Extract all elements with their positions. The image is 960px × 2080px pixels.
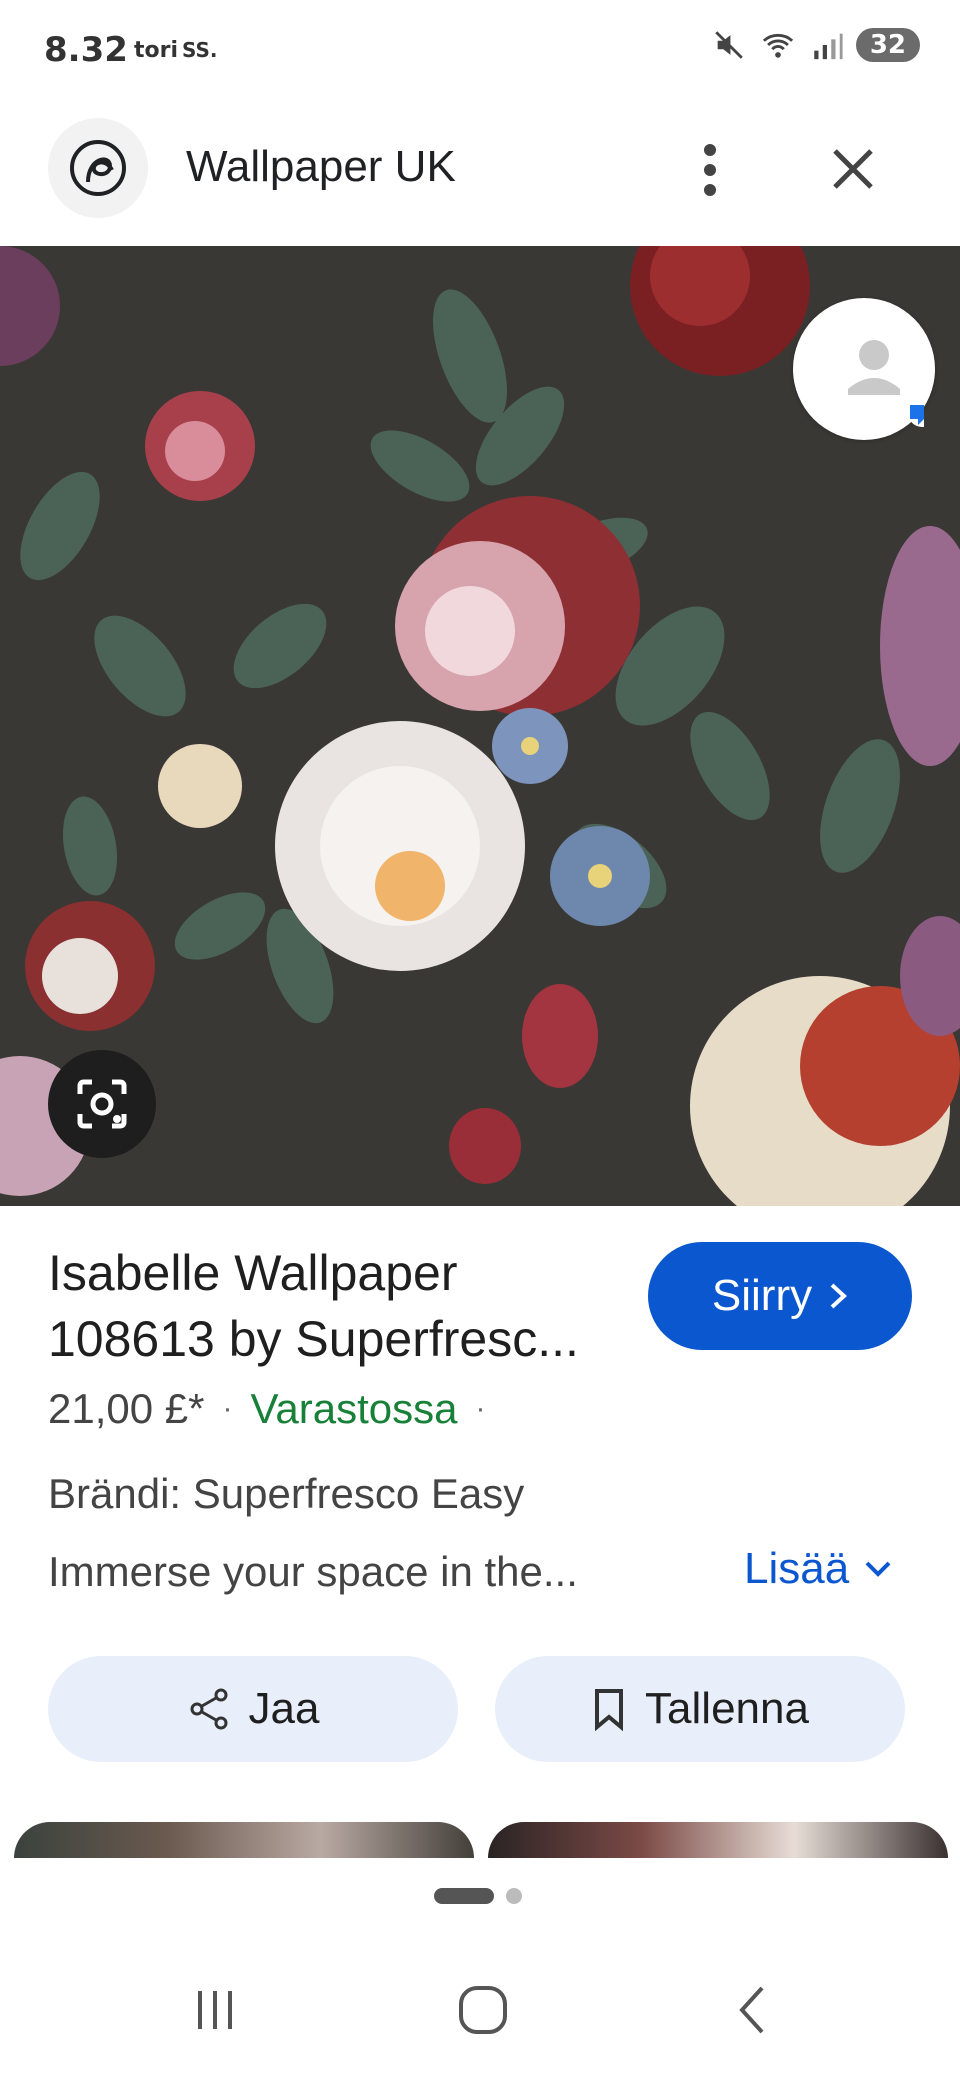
save-button[interactable]: Tallenna <box>495 1656 905 1762</box>
site-logo-icon[interactable] <box>48 118 148 218</box>
status-day: tori <box>134 38 179 63</box>
product-title[interactable]: Isabelle Wallpaper 108613 by Superfresc.… <box>48 1240 628 1372</box>
page-indicator-active <box>434 1888 494 1904</box>
close-icon <box>833 149 873 189</box>
share-icon <box>190 1688 228 1730</box>
visit-button[interactable]: Siirry <box>648 1242 912 1350</box>
home-button[interactable] <box>423 1960 543 2060</box>
share-button-label: Jaa <box>248 1684 320 1733</box>
status-icons: 32 <box>712 28 920 62</box>
battery-badge: 32 <box>855 28 920 62</box>
expand-more-icon <box>865 1561 891 1577</box>
visit-button-label: Siirry <box>711 1271 813 1320</box>
save-button-label: Tallenna <box>645 1684 809 1733</box>
chevron-right-icon <box>830 1283 848 1309</box>
stock-status: Varastossa <box>250 1385 458 1432</box>
signal-icon <box>814 33 843 60</box>
more-options-button[interactable] <box>680 130 740 210</box>
home-icon <box>459 1986 507 2034</box>
page-indicator-inactive <box>506 1888 522 1904</box>
more-vert-icon <box>704 144 716 196</box>
product-title-line-2: 108613 by Superfresc... <box>48 1311 579 1367</box>
wifi-icon <box>762 33 793 58</box>
brand-label: Brändi: Superfresco Easy <box>48 1470 525 1517</box>
back-icon <box>739 1986 764 2034</box>
bookmark-icon <box>595 1689 624 1731</box>
status-time: 8.32 <box>44 30 128 70</box>
app-header: Wallpaper UK <box>0 110 960 230</box>
product-description: Immerse your space in the... <box>48 1548 578 1595</box>
system-nav-bar <box>0 1960 960 2060</box>
recents-button[interactable] <box>155 1960 275 2060</box>
status-bar: 8.32 tori SS. 32 <box>0 0 960 100</box>
account-button[interactable] <box>793 298 935 440</box>
back-button[interactable] <box>692 1960 812 2060</box>
separator-dot: · <box>475 1392 486 1425</box>
close-button[interactable] <box>818 134 888 204</box>
site-title: Wallpaper UK <box>186 142 456 191</box>
product-title-line-1: Isabelle Wallpaper <box>48 1245 458 1301</box>
related-image-2[interactable] <box>488 1822 948 1858</box>
related-image-1[interactable] <box>14 1822 474 1858</box>
more-button-label: Lisää <box>744 1544 850 1593</box>
price: 21,00 £* <box>48 1385 205 1432</box>
recents-icon <box>198 1991 232 2029</box>
share-button[interactable]: Jaa <box>48 1656 458 1762</box>
mute-icon <box>715 31 743 59</box>
status-carrier: SS. <box>182 38 218 62</box>
separator-dot: · <box>222 1392 233 1425</box>
lens-icon <box>77 1079 127 1129</box>
page-indicator <box>434 1888 522 1904</box>
lens-search-button[interactable] <box>48 1050 156 1158</box>
price-row: 21,00 £* · Varastossa · <box>48 1385 485 1433</box>
account-icon <box>808 313 924 427</box>
more-button[interactable]: Lisää <box>744 1544 893 1594</box>
